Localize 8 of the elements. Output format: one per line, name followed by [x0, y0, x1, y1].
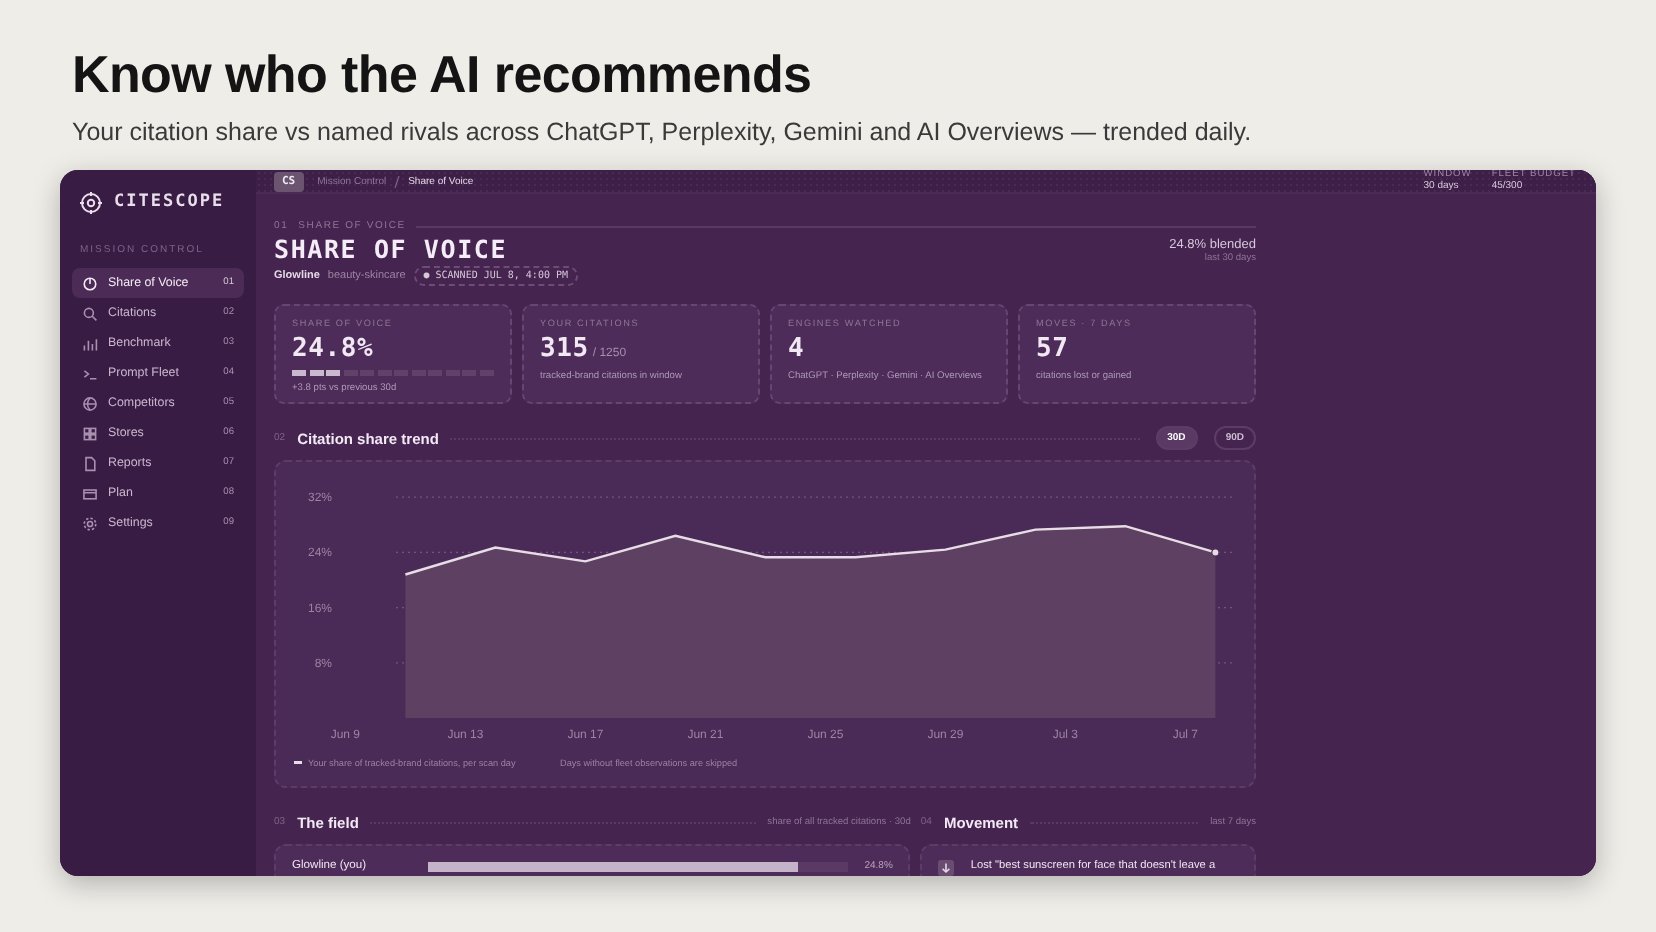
- subheadline: Your citation share vs named rivals across ChatGPT, Perplexity, Gemini and AI Overviews — trended daily.: [72, 118, 1254, 146]
- brand-name: CITESCOPE: [114, 192, 225, 212]
- card-value: 315: [540, 334, 589, 365]
- page-title: SHARE OF VOICE: [274, 234, 508, 265]
- card-value: 24.8%: [292, 334, 374, 365]
- card-value: 4: [788, 334, 805, 365]
- headline: Know who the AI recommends: [72, 44, 814, 106]
- card-value: 57: [1036, 334, 1069, 365]
